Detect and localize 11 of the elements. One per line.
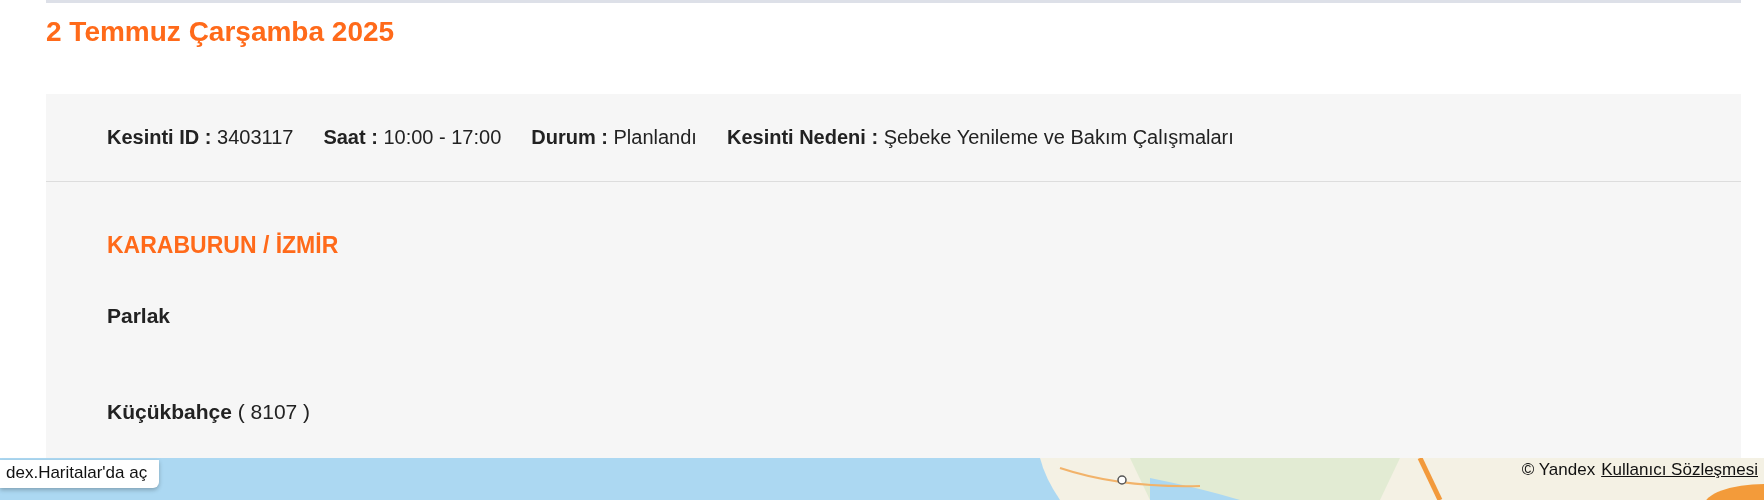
date-heading: 2 Temmuz Çarşamba 2025 bbox=[46, 15, 395, 49]
region-title: KARABURUN / İZMİR bbox=[107, 232, 339, 259]
open-in-maps-button[interactable]: dex.Haritalar'da aç bbox=[0, 460, 160, 488]
outage-field: Saat : 10:00 - 17:00 bbox=[323, 126, 502, 149]
outage-field: Durum : Planlandı bbox=[531, 126, 697, 149]
outage-field: Kesinti ID : 3403117 bbox=[107, 126, 294, 149]
neighborhood-entry: Küçükbahçe ( 8107 ) bbox=[107, 400, 311, 424]
copyright-text: © Yandex bbox=[1521, 460, 1596, 480]
outage-field: Kesinti Nedeni : Şebeke Yenileme ve Bakım Çalışmaları bbox=[726, 126, 1234, 149]
district-name: Parlak bbox=[107, 304, 171, 328]
terms-link[interactable]: Kullanıcı Sözleşmesi bbox=[1601, 460, 1758, 480]
